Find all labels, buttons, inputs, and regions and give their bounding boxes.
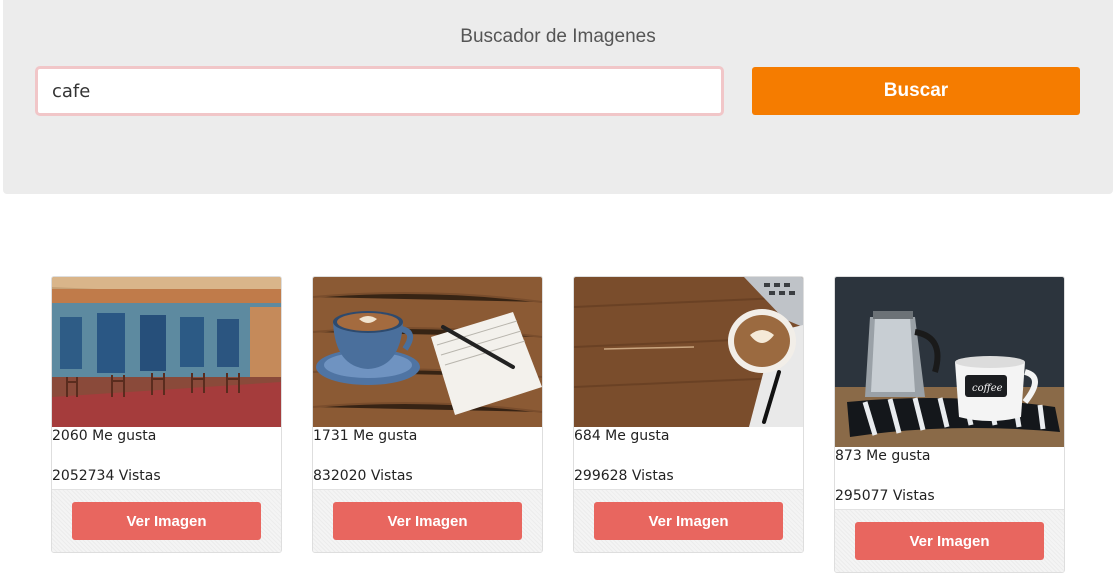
likes-count: 2060 Me gusta — [52, 428, 157, 444]
view-image-button[interactable]: Ver Imagen — [855, 522, 1044, 560]
card-footer: Ver Imagen — [574, 489, 803, 552]
views-count: 2052734 Vistas — [52, 468, 161, 484]
view-image-button[interactable]: Ver Imagen — [72, 502, 261, 540]
likes-count: 684 Me gusta — [574, 428, 670, 444]
card-footer: Ver Imagen — [52, 489, 281, 552]
views-count: 299628 Vistas — [574, 468, 674, 484]
search-header: Buscador de Imagenes Buscar — [3, 0, 1113, 194]
result-image: coffee — [835, 277, 1064, 447]
likes-count: 873 Me gusta — [835, 448, 931, 464]
search-input[interactable] — [35, 66, 724, 116]
search-button[interactable]: Buscar — [752, 67, 1080, 115]
result-card: coffee 873 Me gusta 295077 Vistas Ver Im… — [834, 276, 1065, 573]
likes-count: 1731 Me gusta — [313, 428, 418, 444]
svg-text:coffee: coffee — [972, 383, 1003, 394]
view-image-button[interactable]: Ver Imagen — [333, 502, 522, 540]
result-image — [574, 277, 803, 427]
view-image-button[interactable]: Ver Imagen — [594, 502, 783, 540]
result-card: 2060 Me gusta 2052734 Vistas Ver Imagen — [51, 276, 282, 553]
card-footer: Ver Imagen — [835, 509, 1064, 572]
views-count: 295077 Vistas — [835, 488, 935, 504]
result-card: 684 Me gusta 299628 Vistas Ver Imagen — [573, 276, 804, 553]
card-footer: Ver Imagen — [313, 489, 542, 552]
result-image — [313, 277, 542, 427]
views-count: 832020 Vistas — [313, 468, 413, 484]
result-card: 1731 Me gusta 832020 Vistas Ver Imagen — [312, 276, 543, 553]
result-image — [52, 277, 281, 427]
app-title: Buscador de Imagenes — [460, 26, 656, 47]
